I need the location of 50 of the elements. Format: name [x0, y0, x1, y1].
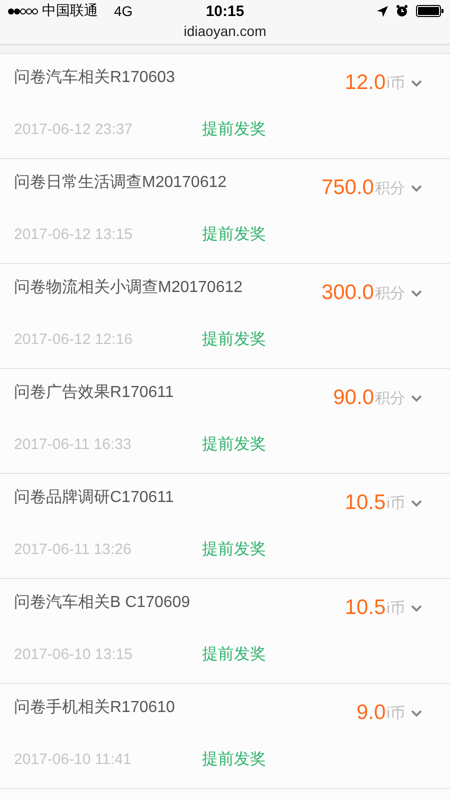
- early-award-link[interactable]: 提前发奖: [202, 329, 266, 350]
- reward-amount: 10.5: [344, 491, 386, 515]
- reward-unit: i币: [386, 74, 405, 92]
- reward-unit: i币: [386, 494, 405, 512]
- record-date: 2017-06-12 13:15: [14, 226, 134, 243]
- record-date: 2017-06-10 13:15: [14, 646, 134, 663]
- reward-amount: 9.0: [356, 701, 386, 725]
- carrier-name: 中国联通: [42, 2, 98, 20]
- reward-amount: 90.0: [333, 386, 374, 410]
- clock-time: 10:15: [206, 2, 244, 20]
- survey-title: 问卷广告效果R170611: [14, 382, 174, 403]
- reward-unit: 积分: [375, 388, 405, 408]
- reward-unit: 积分: [375, 178, 405, 198]
- record-date: 2017-06-12 12:16: [14, 331, 134, 348]
- network-type: 4G: [114, 3, 133, 19]
- reward-amount: 300.0: [321, 281, 374, 305]
- chevron-down-icon[interactable]: [411, 604, 422, 612]
- reward-unit: i币: [386, 704, 405, 722]
- survey-title: 问卷汽车相关B C170609: [14, 592, 190, 613]
- early-award-link[interactable]: 提前发奖: [202, 434, 266, 455]
- chevron-down-icon[interactable]: [411, 394, 422, 402]
- chevron-down-icon[interactable]: [411, 290, 422, 296]
- survey-title: 问卷汽车相关R170603: [14, 68, 175, 88]
- record-date: 2017-06-11 16:33: [14, 436, 132, 453]
- reward-unit: 积分: [375, 284, 405, 302]
- chevron-down-icon[interactable]: [411, 500, 422, 506]
- location-arrow-icon: [377, 6, 388, 16]
- battery-icon: [416, 5, 444, 17]
- reward-unit: i币: [386, 598, 405, 618]
- signal-icon: [8, 8, 38, 14]
- survey-title: 问卷日常生活调查M20170612: [14, 172, 227, 193]
- early-award-link[interactable]: 提前发奖: [202, 224, 266, 245]
- early-award-link[interactable]: 提前发奖: [202, 749, 266, 770]
- address-bar[interactable]: idiaoyan.com: [0, 22, 450, 44]
- reward-amount: 750.0: [321, 176, 374, 200]
- alarm-clock-icon: [396, 5, 408, 17]
- survey-title: 问卷品牌调研C170611: [14, 488, 174, 508]
- record-date: 2017-06-10 11:41: [14, 751, 132, 768]
- chevron-down-icon[interactable]: [411, 80, 422, 86]
- record-date: 2017-06-12 23:37: [14, 121, 134, 138]
- early-award-link[interactable]: 提前发奖: [202, 539, 266, 560]
- chevron-down-icon[interactable]: [411, 184, 422, 192]
- survey-title: 问卷物流相关小调查M20170612: [14, 278, 243, 298]
- reward-amount: 10.5: [344, 596, 386, 620]
- survey-title: 问卷手机相关R170610: [14, 698, 175, 718]
- early-award-link[interactable]: 提前发奖: [202, 644, 266, 665]
- early-award-link[interactable]: 提前发奖: [202, 119, 266, 140]
- record-date: 2017-06-11 13:26: [14, 541, 132, 558]
- reward-amount: 12.0: [344, 71, 386, 95]
- chevron-down-icon[interactable]: [411, 710, 422, 716]
